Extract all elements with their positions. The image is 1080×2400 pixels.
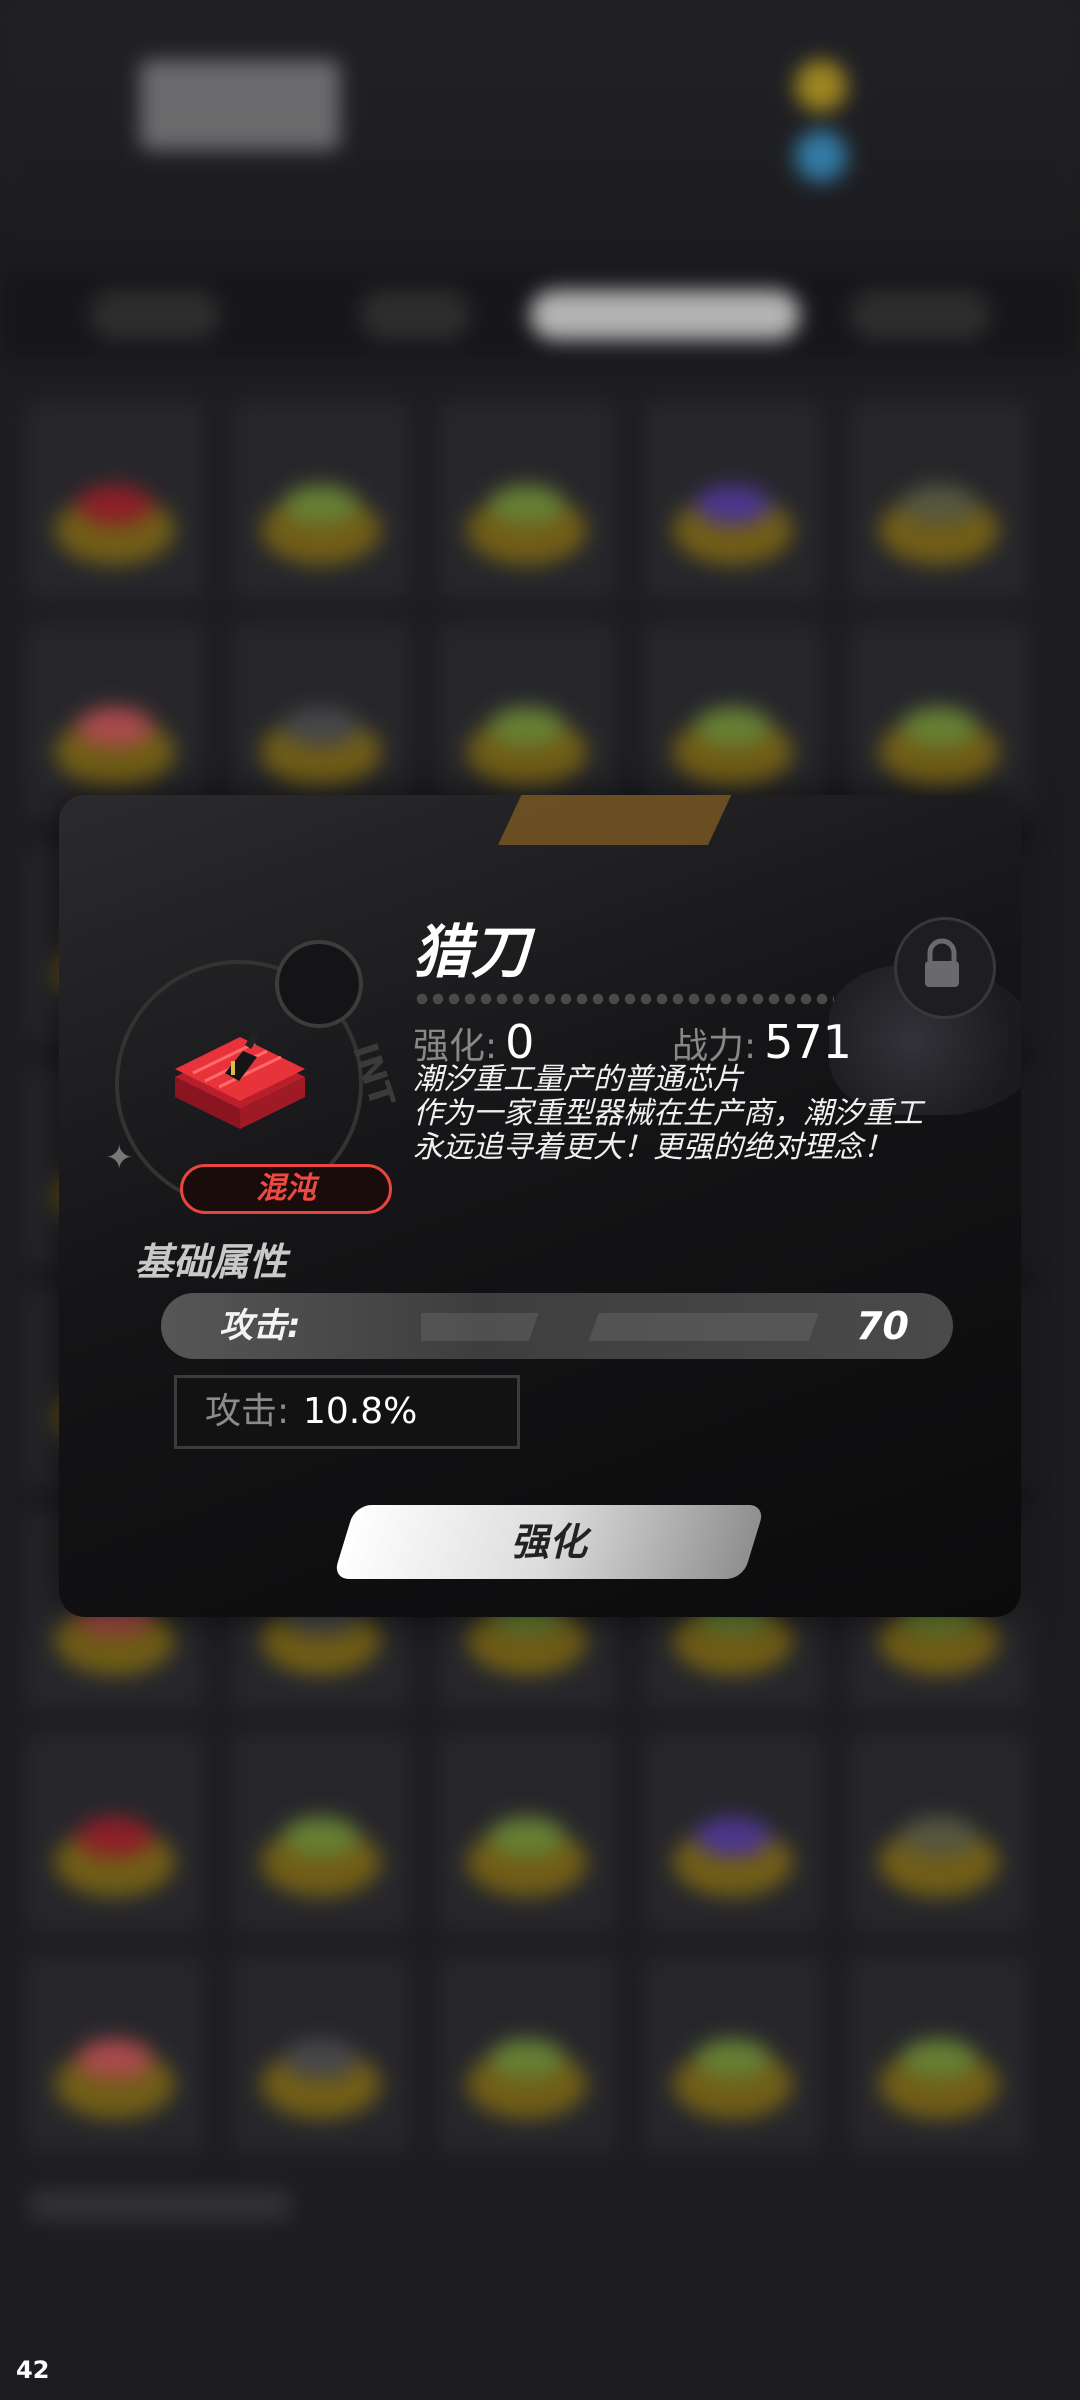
bg-grid-cell <box>849 400 1029 600</box>
bg-cell-gem <box>901 485 977 525</box>
bg-cell-gem <box>695 485 771 525</box>
bg-cell-gem <box>695 1817 771 1857</box>
bg-grid-cell <box>231 1732 411 1932</box>
bg-grid-cell <box>231 622 411 822</box>
description-line: 永远追寻着更大！更强的绝对理念！ <box>413 1130 893 1165</box>
bg-cell-gem <box>283 2039 359 2079</box>
enhance-value: 0 <box>505 1015 535 1069</box>
bg-cell-gem <box>77 1817 153 1857</box>
fps-counter: 42 <box>16 2356 50 2384</box>
bg-grid-cell <box>643 622 823 822</box>
bg-grid-cell <box>437 1954 617 2154</box>
bg-grid-cell <box>25 1732 205 1932</box>
main-attribute-bar: 攻击: 70 <box>161 1293 953 1359</box>
bg-grid-cell <box>231 1954 411 2154</box>
name-divider <box>414 993 834 1005</box>
power-value: 571 <box>764 1015 852 1069</box>
bg-cell-gem <box>489 2039 565 2079</box>
lock-button[interactable] <box>894 917 996 1019</box>
main-attribute-value: 70 <box>856 1304 909 1348</box>
rarity-tag: 混沌 <box>180 1164 392 1214</box>
lock-icon <box>925 938 959 987</box>
bg-cell-gem <box>901 1817 977 1857</box>
bg-footer <box>30 2190 290 2220</box>
bg-header <box>0 0 1080 300</box>
bg-grid-cell <box>849 1954 1029 2154</box>
bg-tab <box>850 290 990 340</box>
bg-grid-cell <box>643 1732 823 1932</box>
base-attributes-title: 基础属性 <box>135 1240 288 1284</box>
bg-cell-gem <box>77 2039 153 2079</box>
item-name: 猎刀 <box>413 918 530 986</box>
bg-tab-active <box>530 290 800 340</box>
bg-cell-gem <box>901 707 977 747</box>
bg-cell-gem <box>77 707 153 747</box>
bg-cell-gem <box>695 707 771 747</box>
bg-tab <box>90 290 220 340</box>
bg-cell-gem <box>695 2039 771 2079</box>
bg-grid-cell <box>437 622 617 822</box>
bg-cell-gem <box>901 2039 977 2079</box>
description-line: 潮汐重工量产的普通芯片 <box>413 1062 743 1097</box>
enhance-label: 强化: <box>413 1026 498 1067</box>
item-detail-dialog: INT ✦ 混沌 猎刀 强化: 0 战力: 571 潮汐重工量产的普通芯片 作为一家… <box>59 795 1021 1617</box>
sub-attribute-label: 攻击: <box>205 1391 290 1432</box>
bg-grid-cell <box>643 1954 823 2154</box>
bg-cell-gem <box>283 707 359 747</box>
bar-graffiti-decoration <box>421 1313 819 1341</box>
upgrade-button[interactable] <box>332 1505 766 1579</box>
bg-grid-cell <box>437 1732 617 1932</box>
bg-title <box>140 60 340 150</box>
bg-grid-cell <box>25 622 205 822</box>
dialog-decoration <box>498 795 750 845</box>
sparkle-icon: ✦ <box>105 1138 134 1178</box>
bg-grid-cell <box>231 400 411 600</box>
power-stat: 战力: 571 <box>672 1015 852 1069</box>
bg-coin-icon <box>795 60 847 112</box>
bg-grid-cell <box>437 400 617 600</box>
bg-grid-cell <box>25 400 205 600</box>
bg-gem-icon <box>795 130 847 182</box>
bg-cell-gem <box>283 485 359 525</box>
bg-cell-gem <box>283 1817 359 1857</box>
bg-tab <box>360 290 470 340</box>
enhance-stat: 强化: 0 <box>413 1015 534 1069</box>
bg-grid-cell <box>849 1732 1029 1932</box>
main-attribute-label: 攻击: <box>219 1306 301 1346</box>
bg-grid-cell <box>25 1954 205 2154</box>
bg-cell-gem <box>77 485 153 525</box>
chip-icon <box>175 1033 305 1129</box>
item-description: 潮汐重工量产的普通芯片 作为一家重型器械在生产商，潮汐重工 永远追寻着更大！更强… <box>413 1063 973 1165</box>
sub-attribute-value: 10.8% <box>303 1391 418 1432</box>
sub-attribute: 攻击: 10.8% <box>174 1375 520 1449</box>
bg-cell-gem <box>489 485 565 525</box>
bg-cell-gem <box>489 707 565 747</box>
bg-grid-cell <box>849 622 1029 822</box>
bg-grid-cell <box>643 400 823 600</box>
description-line: 作为一家重型器械在生产商，潮汐重工 <box>413 1096 923 1131</box>
bg-cell-gem <box>489 1817 565 1857</box>
power-label: 战力: <box>672 1026 757 1067</box>
